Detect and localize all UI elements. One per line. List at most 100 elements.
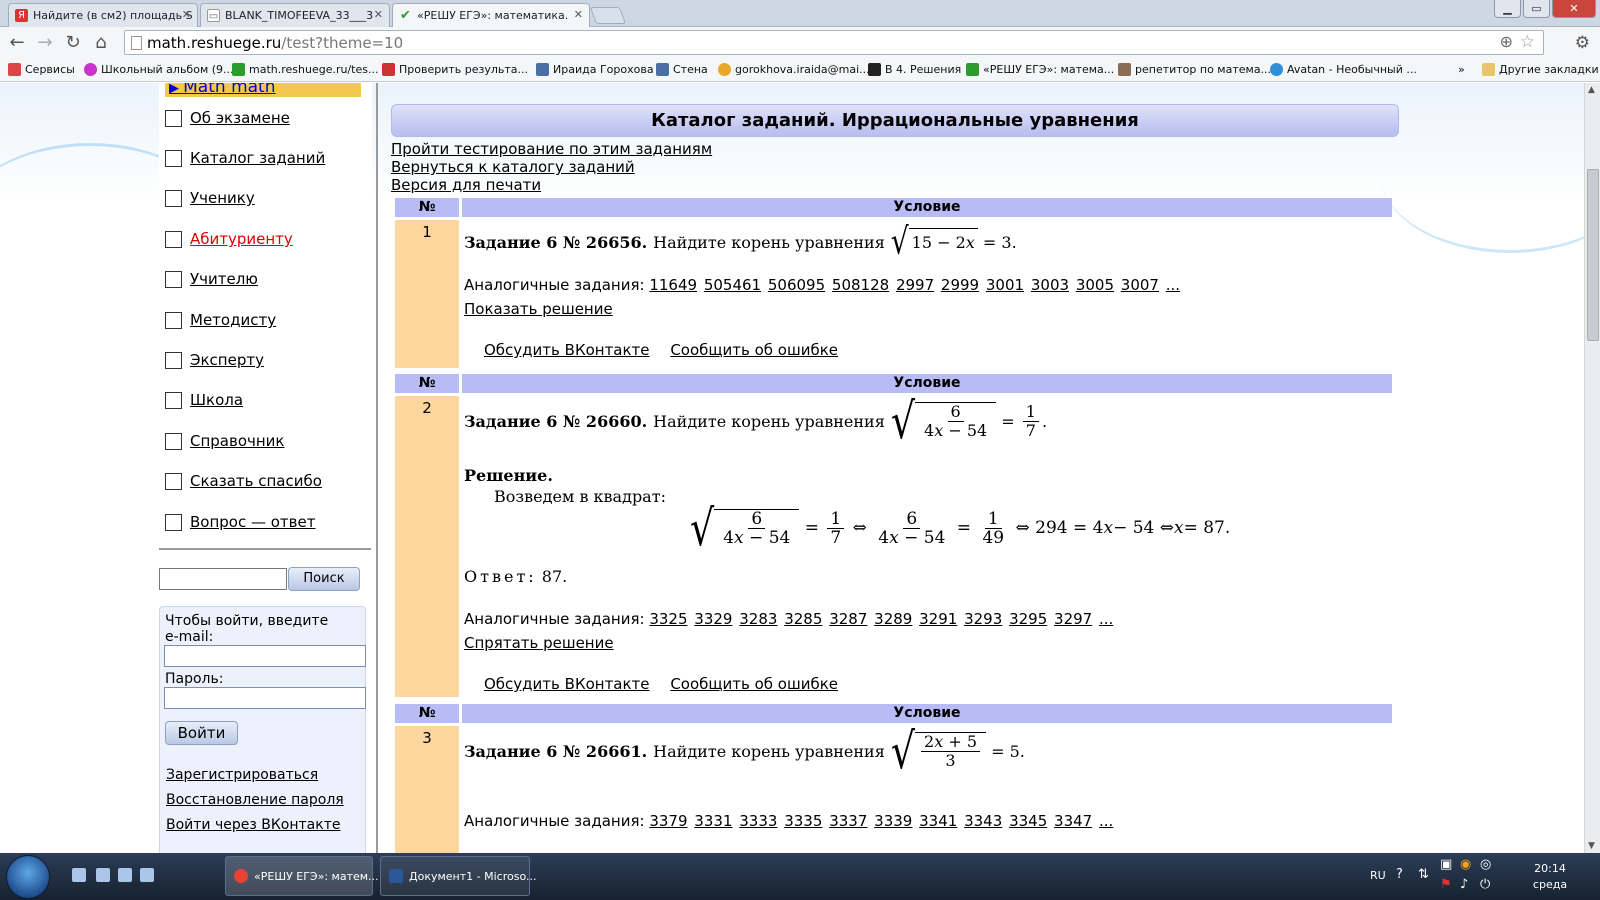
explorer-icon[interactable] xyxy=(96,868,110,882)
checkbox[interactable] xyxy=(165,513,182,531)
similar-task-link[interactable]: 3001 xyxy=(986,276,1024,294)
network-icon[interactable]: ⇅ xyxy=(1418,867,1429,882)
register-link[interactable]: Зарегистрироваться xyxy=(166,767,318,783)
similar-task-link[interactable]: 3289 xyxy=(874,610,912,628)
bookmark-item[interactable]: Avatan - Необычный ... xyxy=(1270,63,1417,76)
start-button[interactable] xyxy=(6,855,50,899)
bookmark-item[interactable]: «РЕШУ ЕГЭ»: матема... xyxy=(966,63,1114,76)
checkbox[interactable] xyxy=(165,189,182,207)
checkbox[interactable] xyxy=(165,109,182,127)
back-to-catalog-link[interactable]: Вернуться к каталогу заданий xyxy=(391,158,635,176)
similar-task-link[interactable]: 3325 xyxy=(649,610,687,628)
bookmark-item[interactable]: math.reshuege.ru/tes... xyxy=(232,63,378,76)
similar-task-link[interactable]: 3285 xyxy=(784,610,822,628)
search-input[interactable] xyxy=(159,568,287,590)
vk-login-link[interactable]: Войти через ВКонтакте xyxy=(166,817,340,833)
checkbox[interactable] xyxy=(165,149,182,167)
taskbar-chrome[interactable]: «РЕШУ ЕГЭ»: матем... xyxy=(225,856,379,896)
similar-task-link[interactable]: 3345 xyxy=(1009,812,1047,830)
sidebar-item-reference[interactable]: Справочник xyxy=(165,430,285,452)
similar-task-link[interactable]: 3379 xyxy=(649,812,687,830)
checkbox[interactable] xyxy=(165,270,182,288)
similar-task-link[interactable]: ... xyxy=(1166,276,1180,294)
checkbox[interactable] xyxy=(165,432,182,450)
scroll-up-arrow-icon[interactable]: ▲ xyxy=(1588,85,1595,95)
help-icon[interactable]: ? xyxy=(1396,867,1403,882)
sidebar-item-school[interactable]: Школа xyxy=(165,389,243,411)
close-tab-icon[interactable]: ✕ xyxy=(182,8,191,21)
similar-task-link[interactable]: 3333 xyxy=(739,812,777,830)
similar-task-link[interactable]: 3329 xyxy=(694,610,732,628)
checkbox[interactable] xyxy=(165,472,182,490)
chrome-tray-icon[interactable]: ◎ xyxy=(1480,857,1491,872)
similar-task-link[interactable]: 3347 xyxy=(1054,812,1092,830)
similar-task-link[interactable]: 506095 xyxy=(768,276,825,294)
settings-wrench-icon[interactable]: ⚙ xyxy=(1575,33,1590,53)
sidebar-item-faq[interactable]: Вопрос — ответ xyxy=(165,511,315,533)
similar-task-link[interactable]: 3005 xyxy=(1076,276,1114,294)
maximize-button[interactable]: ▭ xyxy=(1523,0,1550,18)
clock[interactable]: 20:14 среда xyxy=(1520,861,1580,893)
switch-windows-icon[interactable] xyxy=(118,868,132,882)
email-field[interactable] xyxy=(164,645,366,667)
bookmark-item[interactable]: В 4. Решения xyxy=(868,63,961,76)
reload-icon[interactable]: ↻ xyxy=(62,32,84,54)
password-field[interactable] xyxy=(164,687,366,709)
antivirus-icon[interactable]: ◉ xyxy=(1460,857,1471,872)
tab-yandex[interactable]: Я Найдите (в см2) площадь S ✕ xyxy=(8,3,198,27)
checkbox[interactable] xyxy=(165,230,182,248)
similar-task-link[interactable]: 3341 xyxy=(919,812,957,830)
similar-task-link[interactable]: 3339 xyxy=(874,812,912,830)
take-test-link[interactable]: Пройти тестирование по этим заданиям xyxy=(391,140,712,158)
similar-task-link[interactable]: 508128 xyxy=(832,276,889,294)
search-button[interactable]: Поиск xyxy=(288,567,360,591)
similar-task-link[interactable]: 3343 xyxy=(964,812,1002,830)
similar-task-link[interactable]: 3291 xyxy=(919,610,957,628)
login-button[interactable]: Войти xyxy=(165,721,238,745)
discuss-vk-link[interactable]: Обсудить ВКонтакте xyxy=(484,341,650,359)
checkbox[interactable] xyxy=(165,391,182,409)
similar-task-link[interactable]: ... xyxy=(1099,812,1113,830)
language-indicator[interactable]: RU xyxy=(1370,869,1386,882)
flag-icon[interactable]: ⚑ xyxy=(1440,877,1452,892)
sidebar-item-expert[interactable]: Эксперту xyxy=(165,349,264,371)
taskbar-word[interactable]: Документ1 - Microso... xyxy=(380,856,536,896)
print-version-link[interactable]: Версия для печати xyxy=(391,176,541,194)
bookmark-item[interactable]: Ираида Горохова xyxy=(536,63,654,76)
zoom-icon[interactable]: ⊕ xyxy=(1500,32,1513,51)
bookmark-item[interactable]: gorokhova.iraida@mai... xyxy=(718,63,870,76)
vertical-scrollbar[interactable]: ▲ ▼ xyxy=(1584,83,1600,853)
back-arrow-icon[interactable]: ← xyxy=(6,32,28,54)
bookmark-item[interactable]: Сервисы xyxy=(8,63,75,76)
bookmark-item[interactable]: репетитор по матема... xyxy=(1118,63,1271,76)
sidebar-item-exam[interactable]: Об экзамене xyxy=(165,107,290,129)
show-solution-link[interactable]: Показать решение xyxy=(464,300,613,318)
similar-task-link[interactable]: 11649 xyxy=(649,276,697,294)
new-tab-button[interactable] xyxy=(589,7,627,24)
sidebar-item-thanks[interactable]: Сказать спасибо xyxy=(165,470,322,492)
document-icon[interactable] xyxy=(140,868,154,882)
checkbox[interactable] xyxy=(165,311,182,329)
report-error-link[interactable]: Сообщить об ошибке xyxy=(670,341,838,359)
show-desktop-icon[interactable] xyxy=(72,868,86,882)
close-tab-icon[interactable]: ✕ xyxy=(574,8,583,21)
similar-task-link[interactable]: 3331 xyxy=(694,812,732,830)
scroll-down-arrow-icon[interactable]: ▼ xyxy=(1588,841,1595,851)
other-bookmarks-folder[interactable]: Другие закладки xyxy=(1482,63,1599,76)
close-window-button[interactable]: ✕ xyxy=(1552,0,1596,18)
similar-task-link[interactable]: 3337 xyxy=(829,812,867,830)
tab-reshuege[interactable]: ✔ «РЕШУ ЕГЭ»: математика. ✕ xyxy=(392,3,590,28)
tray-apps-icon[interactable]: ▣ xyxy=(1440,857,1452,872)
checkbox[interactable] xyxy=(165,351,182,369)
sidebar-top-link[interactable]: ▶ Math math xyxy=(165,83,361,97)
discuss-vk-link[interactable]: Обсудить ВКонтакте xyxy=(484,675,650,693)
restore-password-link[interactable]: Восстановление пароля xyxy=(166,792,344,808)
hide-solution-link[interactable]: Спрятать решение xyxy=(464,634,614,652)
similar-task-link[interactable]: 3287 xyxy=(829,610,867,628)
similar-task-link[interactable]: ... xyxy=(1099,610,1113,628)
similar-task-link[interactable]: 3007 xyxy=(1121,276,1159,294)
bookmark-star-icon[interactable]: ☆ xyxy=(1520,32,1535,52)
bookmark-item[interactable]: Стена xyxy=(656,63,708,76)
home-icon[interactable]: ⌂ xyxy=(90,32,112,54)
sidebar-item-student[interactable]: Ученику xyxy=(165,187,255,209)
